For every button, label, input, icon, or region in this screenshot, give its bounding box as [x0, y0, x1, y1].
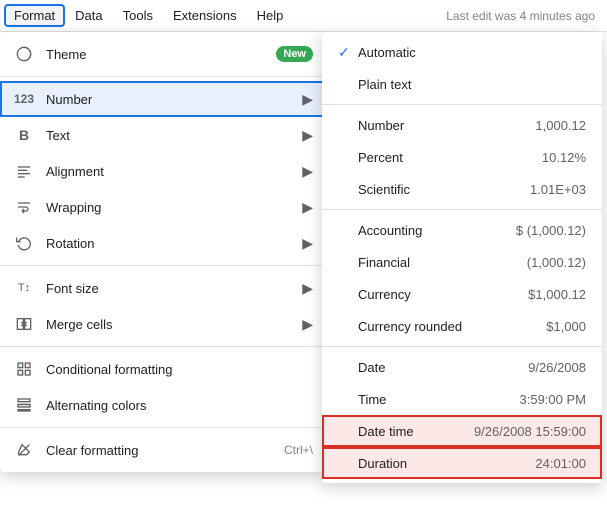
clear-label: Clear formatting [46, 443, 276, 458]
sub-item-currency[interactable]: Currency $1,000.12 [322, 278, 602, 310]
sub-item-currency-rounded[interactable]: Currency rounded $1,000 [322, 310, 602, 342]
merge-cells-arrow: ▶ [302, 316, 313, 333]
date-time-label: Date time [358, 424, 466, 439]
sub-item-duration[interactable]: Duration 24:01:00 [322, 447, 602, 479]
font-size-icon: T↕ [12, 276, 36, 300]
financial-value: (1,000.12) [527, 255, 586, 270]
wrapping-arrow: ▶ [302, 199, 313, 216]
divider-4 [0, 427, 325, 428]
number-arrow: ▶ [302, 91, 313, 108]
number-format-value: 1,000.12 [535, 118, 586, 133]
text-arrow: ▶ [302, 127, 313, 144]
menu-item-rotation[interactable]: Rotation ▶ [0, 225, 325, 261]
sub-item-accounting[interactable]: Accounting $ (1,000.12) [322, 214, 602, 246]
menu-item-number[interactable]: 123 Number ▶ [0, 81, 325, 117]
menu-item-alignment[interactable]: Alignment ▶ [0, 153, 325, 189]
date-label: Date [358, 360, 520, 375]
alternating-label: Alternating colors [46, 398, 313, 413]
sub-item-date[interactable]: Date 9/26/2008 [322, 351, 602, 383]
sub-divider-1 [322, 104, 602, 105]
menu-item-font-size[interactable]: T↕ Font size ▶ [0, 270, 325, 306]
menu-item-merge-cells[interactable]: Merge cells ▶ [0, 306, 325, 342]
menu-help[interactable]: Help [247, 4, 294, 27]
text-icon: B [12, 123, 36, 147]
sub-item-time[interactable]: Time 3:59:00 PM [322, 383, 602, 415]
currency-value: $1,000.12 [528, 287, 586, 302]
sub-item-automatic[interactable]: ✓ Automatic [322, 36, 602, 68]
number-format-label: Number [358, 118, 527, 133]
date-time-value: 9/26/2008 15:59:00 [474, 424, 586, 439]
number-submenu: ✓ Automatic Plain text Number 1,000.12 P… [322, 32, 602, 483]
rotation-icon [12, 231, 36, 255]
divider-2 [0, 265, 325, 266]
financial-label: Financial [358, 255, 519, 270]
automatic-label: Automatic [358, 45, 578, 60]
alternating-icon [12, 393, 36, 417]
new-badge: New [276, 46, 313, 62]
theme-icon [12, 42, 36, 66]
menu-item-conditional[interactable]: Conditional formatting [0, 351, 325, 387]
scientific-label: Scientific [358, 182, 522, 197]
rotation-arrow: ▶ [302, 235, 313, 252]
percent-label: Percent [358, 150, 534, 165]
check-icon: ✓ [338, 44, 358, 61]
plain-text-label: Plain text [358, 77, 578, 92]
merge-cells-label: Merge cells [46, 317, 298, 332]
menu-item-text[interactable]: B Text ▶ [0, 117, 325, 153]
divider-1 [0, 76, 325, 77]
conditional-icon [12, 357, 36, 381]
menu-item-wrapping[interactable]: Wrapping ▶ [0, 189, 325, 225]
sub-item-date-time[interactable]: Date time 9/26/2008 15:59:00 [322, 415, 602, 447]
wrapping-icon [12, 195, 36, 219]
alignment-icon [12, 159, 36, 183]
duration-value: 24:01:00 [535, 456, 586, 471]
sub-item-plain-text[interactable]: Plain text [322, 68, 602, 100]
clear-shortcut: Ctrl+\ [284, 443, 313, 457]
sub-item-number[interactable]: Number 1,000.12 [322, 109, 602, 141]
time-label: Time [358, 392, 512, 407]
merge-cells-icon [12, 312, 36, 336]
conditional-label: Conditional formatting [46, 362, 313, 377]
currency-rounded-label: Currency rounded [358, 319, 538, 334]
menubar: Format Data Tools Extensions Help Last e… [0, 0, 607, 32]
currency-label: Currency [358, 287, 520, 302]
sub-divider-3 [322, 346, 602, 347]
sub-divider-2 [322, 209, 602, 210]
menu-tools[interactable]: Tools [113, 4, 163, 27]
percent-value: 10.12% [542, 150, 586, 165]
format-dropdown: Theme New 123 Number ▶ B Text ▶ Alignmen… [0, 32, 325, 472]
alignment-arrow: ▶ [302, 163, 313, 180]
font-size-arrow: ▶ [302, 280, 313, 297]
accounting-label: Accounting [358, 223, 508, 238]
wrapping-label: Wrapping [46, 200, 298, 215]
last-edit-text: Last edit was 4 minutes ago [446, 9, 595, 23]
scientific-value: 1.01E+03 [530, 182, 586, 197]
menu-item-clear[interactable]: Clear formatting Ctrl+\ [0, 432, 325, 468]
number-icon: 123 [12, 87, 36, 111]
time-value: 3:59:00 PM [520, 392, 587, 407]
font-size-label: Font size [46, 281, 298, 296]
theme-label: Theme [46, 47, 276, 62]
sub-item-scientific[interactable]: Scientific 1.01E+03 [322, 173, 602, 205]
accounting-value: $ (1,000.12) [516, 223, 586, 238]
menu-format[interactable]: Format [4, 4, 65, 27]
duration-label: Duration [358, 456, 527, 471]
currency-rounded-value: $1,000 [546, 319, 586, 334]
date-value: 9/26/2008 [528, 360, 586, 375]
sub-item-percent[interactable]: Percent 10.12% [322, 141, 602, 173]
menu-item-alternating[interactable]: Alternating colors [0, 387, 325, 423]
text-label: Text [46, 128, 298, 143]
menu-item-theme[interactable]: Theme New [0, 36, 325, 72]
divider-3 [0, 346, 325, 347]
menu-data[interactable]: Data [65, 4, 112, 27]
sub-item-financial[interactable]: Financial (1,000.12) [322, 246, 602, 278]
clear-icon [12, 438, 36, 462]
menu-extensions[interactable]: Extensions [163, 4, 247, 27]
rotation-label: Rotation [46, 236, 298, 251]
alignment-label: Alignment [46, 164, 298, 179]
number-label: Number [46, 92, 298, 107]
